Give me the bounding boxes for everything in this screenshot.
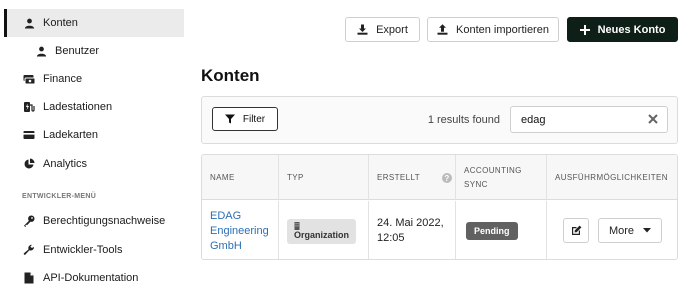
type-badge-label: Organization xyxy=(294,229,350,240)
upload-icon xyxy=(437,24,448,35)
charging-station-icon xyxy=(22,100,36,114)
cell-type: Organization xyxy=(279,201,369,259)
svg-text:?: ? xyxy=(444,174,449,183)
more-actions-dropdown[interactable]: More xyxy=(598,218,662,243)
sidebar-item-ladekarten[interactable]: Ladekarten xyxy=(4,121,184,149)
filter-button-label: Filter xyxy=(242,113,266,125)
import-button-label: Konten importieren xyxy=(456,23,549,36)
created-date-line: 24. Mai 2022, xyxy=(377,217,444,229)
column-header-name[interactable]: NAME xyxy=(202,155,279,200)
accounts-table: NAME TYP ERSTELLT ? ACCOUNTING SYNC AUSFÜ… xyxy=(201,154,678,260)
sidebar-item-label: Analytics xyxy=(43,158,88,170)
sidebar-item-finance[interactable]: Finance xyxy=(4,65,184,93)
plus-icon xyxy=(579,24,590,35)
column-header-label-line: ACCOUNTING xyxy=(464,165,522,175)
filter-panel: Filter 1 results found xyxy=(201,96,678,144)
sidebar-item-label: Berechtigungsnachweise xyxy=(43,215,166,227)
cell-actions: More xyxy=(547,201,677,259)
user-icon xyxy=(22,16,36,30)
account-name-line: Engineering xyxy=(210,224,269,237)
sidebar-item-label: Ladestationen xyxy=(43,101,113,113)
building-icon xyxy=(294,221,349,230)
column-header-label: ERSTELLT xyxy=(377,172,421,182)
sidebar-item-label: Benutzer xyxy=(55,45,100,57)
new-account-button[interactable]: Neues Konto xyxy=(567,17,678,42)
sidebar-section-heading: ENTWICKLER-MENÜ xyxy=(22,193,97,200)
edit-icon xyxy=(571,225,582,236)
caret-down-icon xyxy=(643,228,652,233)
column-header-label: NAME xyxy=(210,172,235,182)
new-account-button-label: Neues Konto xyxy=(597,23,666,36)
cell-name: EDAG Engineering GmbH xyxy=(202,201,279,259)
sidebar-item-label: Finance xyxy=(43,73,83,85)
sidebar-item-analytics[interactable]: Analytics xyxy=(4,150,184,178)
wrench-icon xyxy=(22,243,36,257)
cell-created: 24. Mai 2022, 12:05 xyxy=(369,201,456,259)
column-header-accounting-sync[interactable]: ACCOUNTING SYNC xyxy=(456,155,547,200)
help-icon[interactable]: ? xyxy=(442,172,453,183)
column-header-created[interactable]: ERSTELLT ? xyxy=(369,155,456,200)
column-header-label: ACCOUNTING SYNC xyxy=(464,164,522,192)
sidebar-item-benutzer[interactable]: Benutzer xyxy=(4,37,184,65)
sidebar-item-api-dokumentation[interactable]: API-Dokumentation xyxy=(4,264,184,292)
filter-button[interactable]: Filter xyxy=(212,107,278,131)
sidebar-item-ladestationen[interactable]: Ladestationen xyxy=(4,93,184,121)
status-badge: Pending xyxy=(466,222,518,240)
pie-chart-icon xyxy=(22,157,36,171)
sidebar-item-entwickler-tools[interactable]: Entwickler-Tools xyxy=(4,236,184,264)
document-icon xyxy=(22,271,36,285)
user-icon xyxy=(34,44,48,58)
created-date-line: 12:05 xyxy=(377,232,405,244)
column-header-label: TYP xyxy=(287,172,304,182)
page-title: Konten xyxy=(201,66,260,85)
results-count: 1 results found xyxy=(427,114,500,126)
more-actions-label: More xyxy=(608,224,635,237)
sidebar-item-berechtigungsnachweise[interactable]: Berechtigungsnachweise xyxy=(4,207,184,235)
type-badge: Organization xyxy=(287,218,357,244)
column-header-actions: AUSFÜHRMÖGLICHKEITEN xyxy=(547,155,677,200)
sidebar-item-label: Ladekarten xyxy=(43,129,99,141)
edit-button[interactable] xyxy=(563,218,589,243)
search-box xyxy=(510,106,668,133)
sidebar-item-label: API-Dokumentation xyxy=(43,272,139,284)
account-name-line: GmbH xyxy=(210,239,242,252)
created-date: 24. Mai 2022, 12:05 xyxy=(377,216,444,246)
account-name-link[interactable]: EDAG Engineering GmbH xyxy=(210,209,269,254)
column-header-label-line: SYNC xyxy=(464,179,488,189)
cell-accounting-sync: Pending xyxy=(456,201,547,259)
clear-search-icon[interactable] xyxy=(648,114,658,127)
sidebar: Konten Benutzer Finance Ladestationen La… xyxy=(0,0,184,296)
filter-icon xyxy=(224,114,235,124)
download-icon xyxy=(357,24,368,35)
export-button[interactable]: Export xyxy=(345,17,420,42)
search-input[interactable] xyxy=(511,107,631,132)
sidebar-item-konten[interactable]: Konten xyxy=(4,9,184,37)
export-button-label: Export xyxy=(376,23,408,36)
column-header-label: AUSFÜHRMÖGLICHKEITEN xyxy=(555,172,668,182)
sidebar-item-label: Entwickler-Tools xyxy=(43,244,123,256)
key-icon xyxy=(22,214,36,228)
table-row: EDAG Engineering GmbH Organization 24. M… xyxy=(202,201,677,259)
account-name-line: EDAG xyxy=(210,209,242,222)
money-icon xyxy=(22,72,36,86)
import-accounts-button[interactable]: Konten importieren xyxy=(427,17,559,42)
credit-card-icon xyxy=(22,128,36,142)
table-header: NAME TYP ERSTELLT ? ACCOUNTING SYNC AUSFÜ… xyxy=(202,155,677,200)
sidebar-item-label: Konten xyxy=(43,17,78,29)
column-header-type[interactable]: TYP xyxy=(279,155,369,200)
